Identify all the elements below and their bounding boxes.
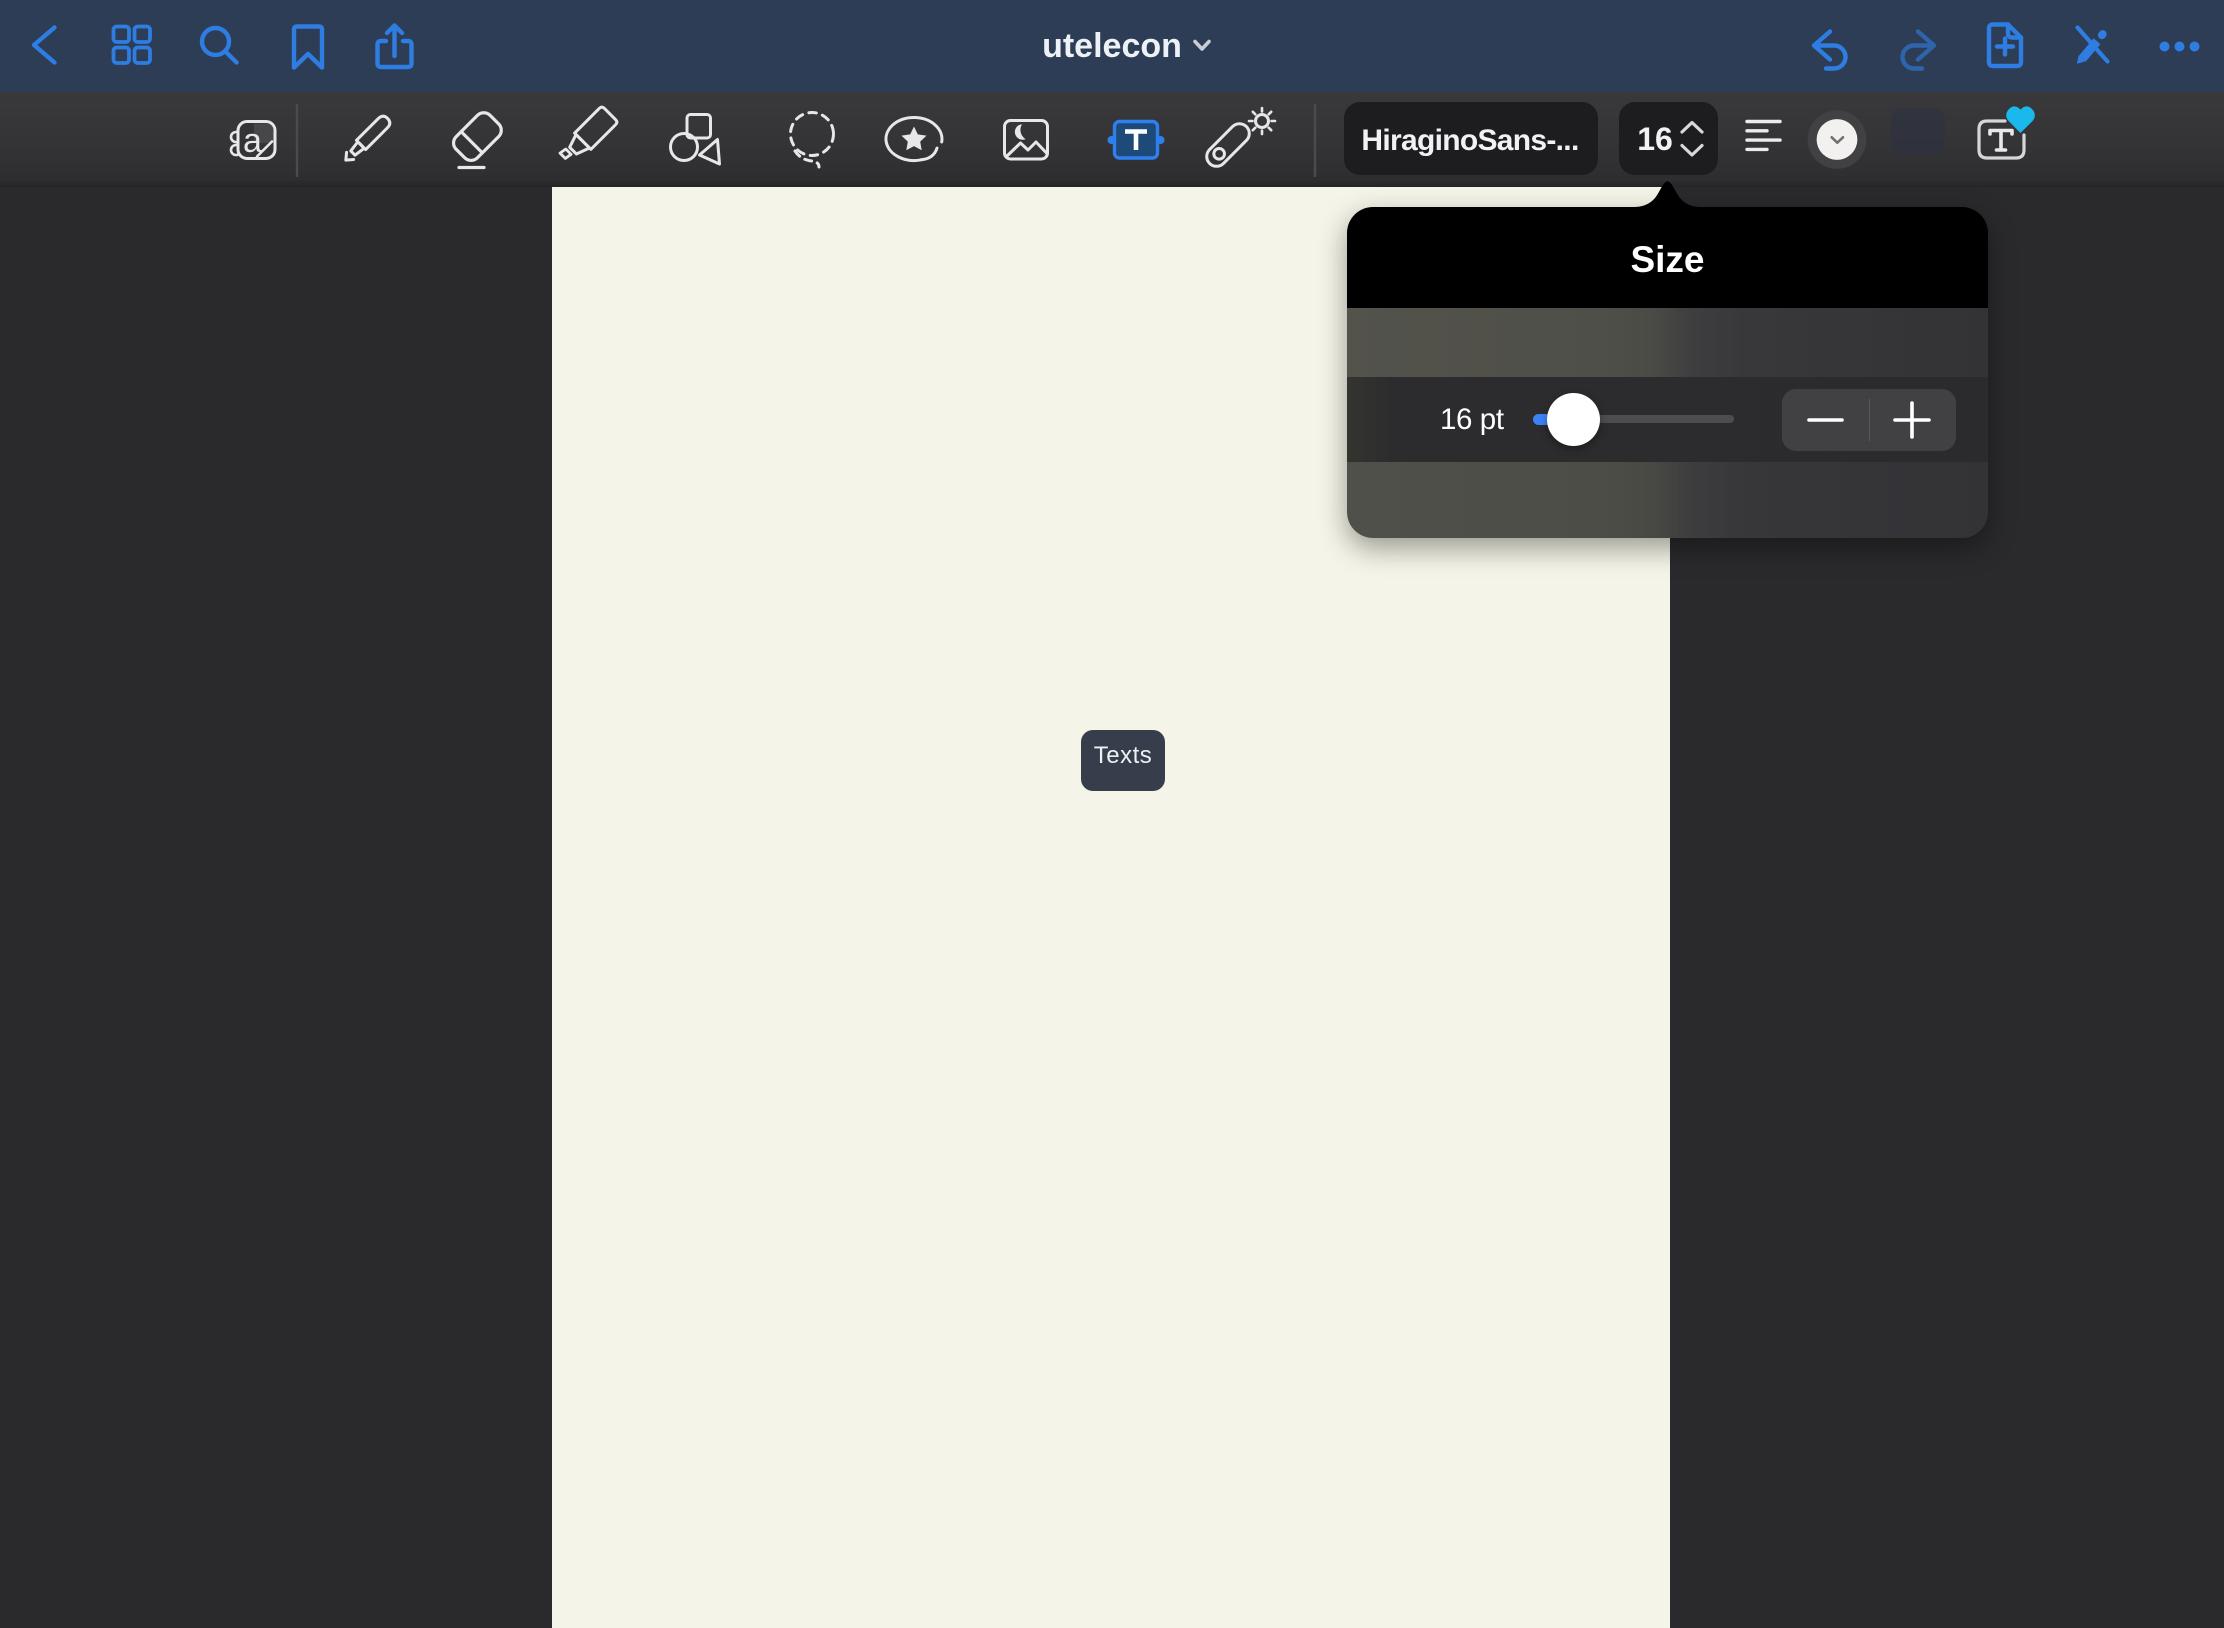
- svg-text:utelecon: utelecon: [1042, 27, 1182, 65]
- svg-text:a: a: [243, 122, 262, 160]
- svg-text:16: 16: [1637, 121, 1673, 157]
- svg-text:HiraginoSans-...: HiraginoSans-...: [1361, 124, 1578, 157]
